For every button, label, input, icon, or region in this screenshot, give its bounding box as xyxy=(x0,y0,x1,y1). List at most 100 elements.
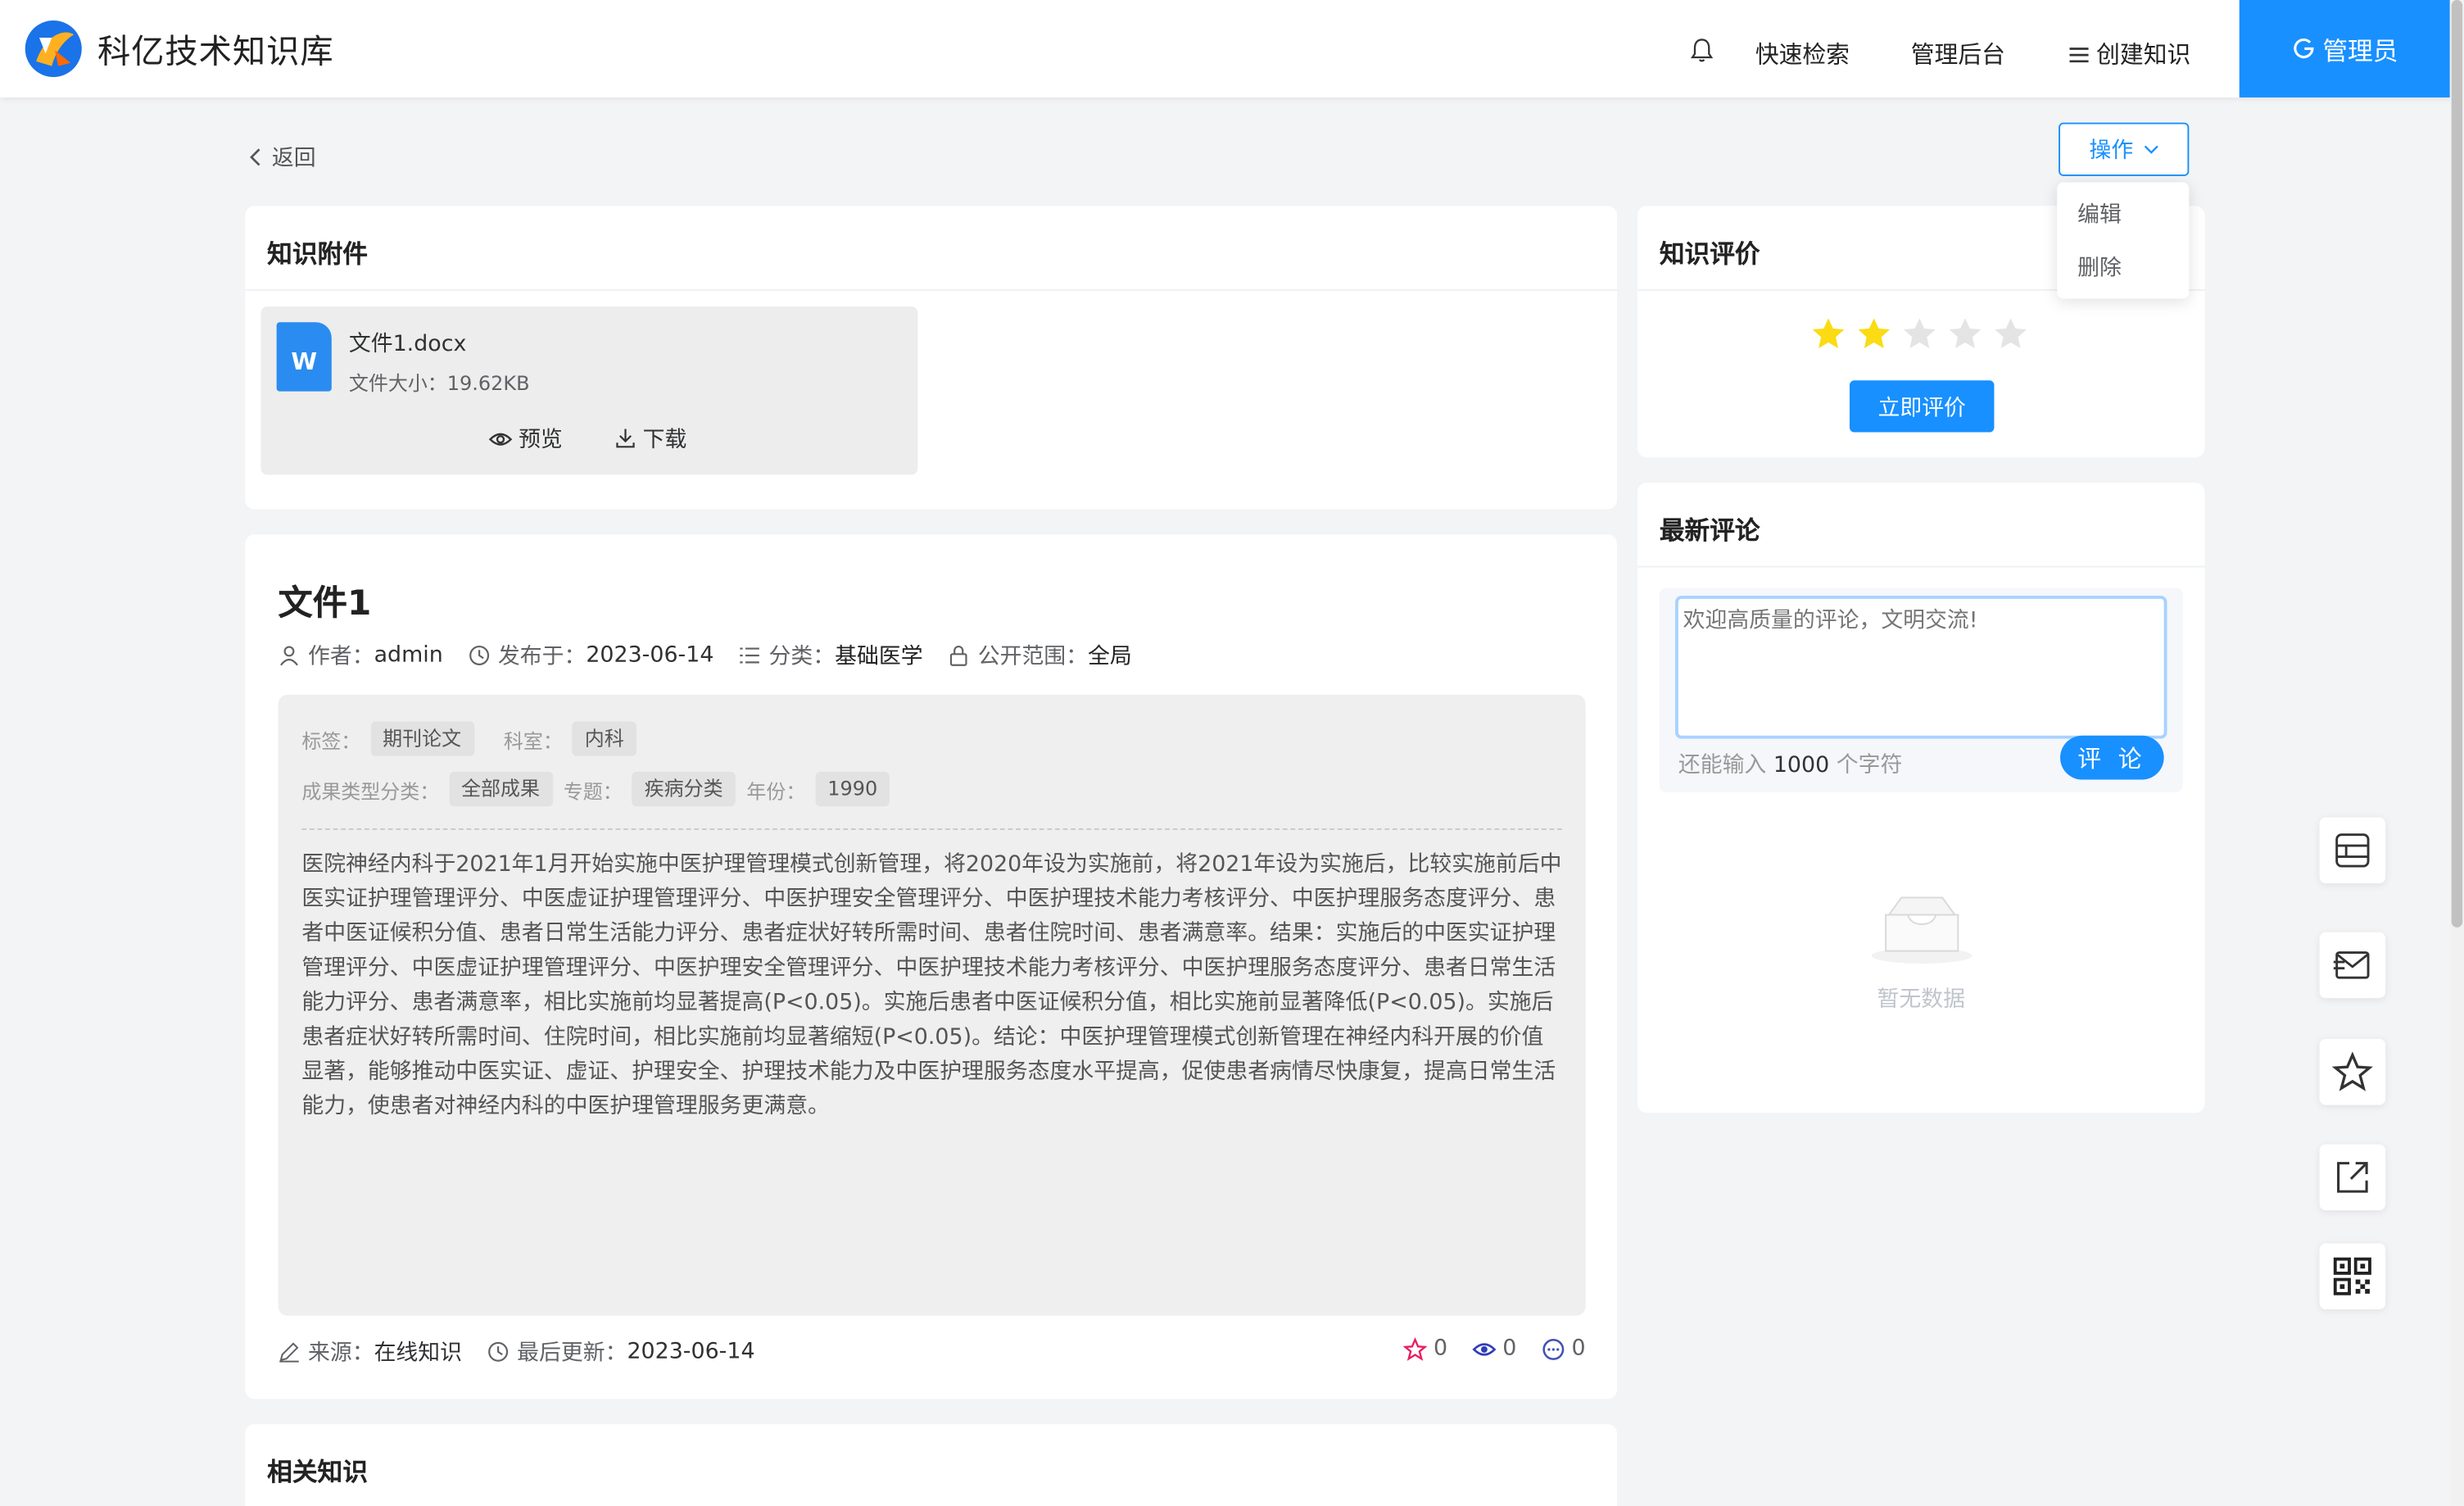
category-value: 基础医学 xyxy=(835,644,923,670)
clock-icon xyxy=(488,1341,509,1362)
document-stats: 0 0 0 xyxy=(1385,1336,1586,1362)
document-card: 文件1 作者： admin 发布于： 2023-06-14 分类： 基础医学 公… xyxy=(245,534,1618,1399)
app-name: 科亿技术知识库 xyxy=(97,33,334,71)
quick-search-link[interactable]: 快速检索 xyxy=(1755,38,1850,70)
star-filled-icon[interactable] xyxy=(1856,316,1892,352)
result-type-label: 成果类型分类： xyxy=(301,778,440,803)
scope-value: 全局 xyxy=(1088,644,1132,670)
tag-journal-paper[interactable]: 期刊论文 xyxy=(369,721,474,756)
rate-now-button[interactable]: 立即评价 xyxy=(1849,380,1995,433)
star-filled-icon[interactable] xyxy=(1810,316,1846,352)
category-label: 分类： xyxy=(768,644,836,670)
divider xyxy=(245,288,1618,291)
related-card: 相关知识 xyxy=(245,1424,1618,1506)
clock-icon xyxy=(469,645,489,665)
updated-value: 2023-06-14 xyxy=(627,1339,755,1365)
create-knowledge-link[interactable]: 创建知识 xyxy=(2068,38,2191,70)
updated-label: 最后更新： xyxy=(517,1340,627,1367)
preview-label: 预览 xyxy=(519,427,563,453)
scrollbar-thumb[interactable] xyxy=(2451,0,2463,928)
list-icon xyxy=(740,647,760,664)
rating-card-title: 知识评价 xyxy=(1659,238,1760,270)
menu-icon xyxy=(2069,47,2089,62)
admin-backend-link[interactable]: 管理后台 xyxy=(1911,38,2005,70)
bell-icon[interactable] xyxy=(1687,36,1716,65)
year-label: 年份： xyxy=(746,778,806,803)
chevron-down-icon xyxy=(2143,145,2158,154)
user-g-icon xyxy=(2294,38,2314,59)
tag-row-2: 成果类型分类： 全部成果 专题： 疾病分类 年份： 1990 xyxy=(301,771,901,807)
float-share-button[interactable] xyxy=(2319,1144,2386,1211)
attachment-card: 知识附件 W 文件1.docx 文件大小：19.62KB 预览 下载 xyxy=(245,206,1618,510)
tag-row-1: 标签： 期刊论文 科室： 内科 xyxy=(301,721,647,756)
star-icon xyxy=(2331,1051,2373,1091)
remain-count: 1000 xyxy=(1773,752,1830,778)
tag-topic[interactable]: 疾病分类 xyxy=(632,771,736,807)
attachment-item: W 文件1.docx 文件大小：19.62KB 预览 下载 xyxy=(260,306,918,475)
lock-icon xyxy=(950,646,968,666)
document-meta: 作者： admin 发布于： 2023-06-14 分类： 基础医学 公开范围：… xyxy=(279,640,1132,671)
remain-prefix: 还能输入 xyxy=(1678,752,1767,778)
empty-state-text: 暂无数据 xyxy=(1877,987,1965,1013)
chevron-left-icon xyxy=(250,148,260,166)
comments-count: 0 xyxy=(1571,1336,1586,1362)
user-name: 管理员 xyxy=(2322,36,2398,66)
star-outline-icon[interactable] xyxy=(1403,1336,1428,1361)
attachment-file-name: 文件1.docx xyxy=(348,331,467,357)
tag-year[interactable]: 1990 xyxy=(814,771,890,807)
document-title: 文件1 xyxy=(278,584,372,624)
star-empty-icon[interactable] xyxy=(1993,316,2029,352)
top-header: 科亿技术知识库 快速检索 管理后台 创建知识 管理员 xyxy=(0,0,2464,98)
divider xyxy=(1637,565,2205,568)
comment-bubble-icon[interactable] xyxy=(1542,1337,1565,1361)
views-count: 0 xyxy=(1502,1336,1517,1362)
float-favorite-button[interactable] xyxy=(2319,1039,2386,1105)
attachment-card-title: 知识附件 xyxy=(267,238,368,270)
scope-label: 公开范围： xyxy=(977,644,1089,670)
star-empty-icon[interactable] xyxy=(1947,316,1983,352)
operation-dropdown-button[interactable]: 操作 xyxy=(2059,122,2190,176)
word-file-icon: W xyxy=(276,322,332,392)
comment-card-title: 最新评论 xyxy=(1659,515,1760,546)
float-knowledge-map-button[interactable] xyxy=(2319,817,2386,884)
published-value: 2023-06-14 xyxy=(586,642,714,669)
favorites-count: 0 xyxy=(1434,1336,1448,1362)
mail-icon xyxy=(2333,951,2370,979)
preview-button[interactable]: 预览 xyxy=(488,423,563,454)
dept-label: 科室： xyxy=(503,728,563,752)
share-icon xyxy=(2337,1162,2368,1193)
float-qrcode-button[interactable] xyxy=(2319,1243,2386,1310)
back-label: 返回 xyxy=(271,146,316,172)
submit-comment-button[interactable]: 评 论 xyxy=(2060,735,2164,780)
document-body: 标签： 期刊论文 科室： 内科 成果类型分类： 全部成果 专题： 疾病分类 年份… xyxy=(278,694,1586,1316)
comment-editor: 还能输入 1000 个字符 评 论 xyxy=(1659,587,2183,792)
tag-dept[interactable]: 内科 xyxy=(572,721,637,756)
back-link[interactable]: 返回 xyxy=(247,142,316,173)
page-scrollbar[interactable] xyxy=(2449,0,2464,1506)
related-card-title: 相关知识 xyxy=(267,1457,368,1487)
operation-menu: 编辑 删除 xyxy=(2057,182,2190,299)
document-abstract: 医院神经内科于2021年1月开始实施中医护理管理模式创新管理，将2020年设为实… xyxy=(301,851,1562,1119)
author-label: 作者： xyxy=(308,644,374,670)
float-message-button[interactable] xyxy=(2319,932,2386,999)
rating-stars[interactable] xyxy=(1810,316,2029,352)
empty-inbox-icon xyxy=(1871,896,1973,964)
menu-item-edit[interactable]: 编辑 xyxy=(2057,188,2189,242)
app-logo-icon[interactable] xyxy=(23,19,84,79)
download-button[interactable]: 下载 xyxy=(614,423,686,454)
user-menu-button[interactable]: 管理员 xyxy=(2239,0,2450,98)
star-empty-icon[interactable] xyxy=(1901,316,1937,352)
layout-icon xyxy=(2335,833,2370,868)
comment-card: 最新评论 还能输入 1000 个字符 评 论 暂无数据 xyxy=(1637,482,2205,1114)
attachment-file-size: 文件大小：19.62KB xyxy=(348,370,530,395)
tags-label: 标签： xyxy=(301,728,361,752)
comment-input[interactable] xyxy=(1675,596,2167,739)
create-knowledge-label: 创建知识 xyxy=(2096,40,2191,70)
menu-item-delete[interactable]: 删除 xyxy=(2057,242,2189,295)
source-value: 在线知识 xyxy=(374,1340,463,1367)
tag-result-type[interactable]: 全部成果 xyxy=(448,771,553,807)
document-footer: 来源： 在线知识 最后更新： 2023-06-14 xyxy=(279,1336,755,1368)
pen-icon xyxy=(279,1342,299,1363)
topic-label: 专题： xyxy=(563,778,623,803)
source-label: 来源： xyxy=(308,1340,374,1367)
